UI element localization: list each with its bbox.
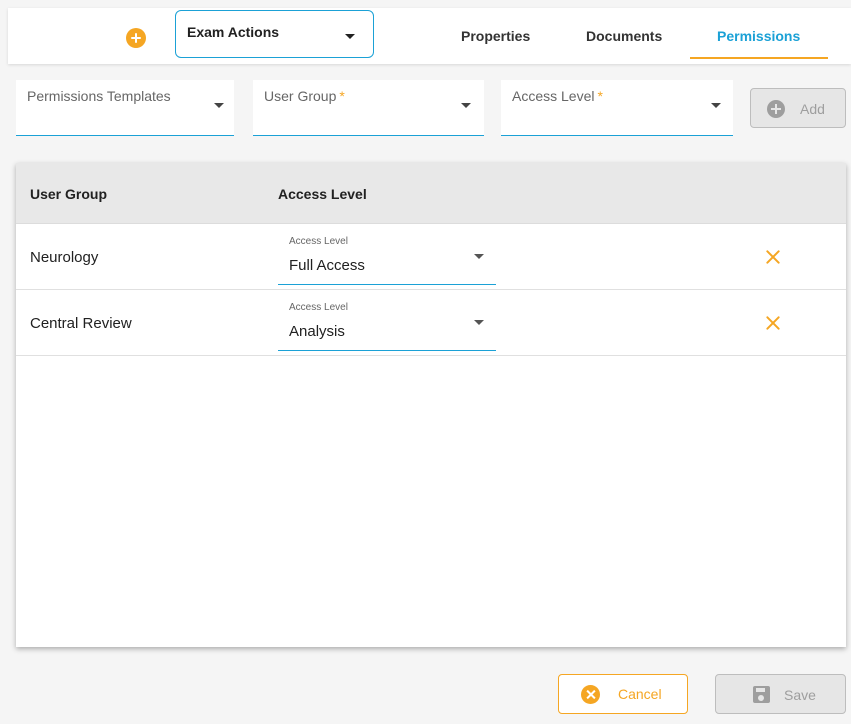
access-level-cell-select[interactable]: Access Level Analysis	[278, 296, 496, 351]
column-header-access-level: Access Level	[278, 186, 367, 202]
chevron-down-icon	[214, 103, 224, 108]
user-group-select[interactable]: User Group *	[253, 80, 484, 136]
exam-actions-label: Exam Actions	[187, 24, 280, 40]
access-level-cell-value: Full Access	[289, 257, 365, 274]
remove-row-icon[interactable]	[763, 313, 783, 333]
tab-documents[interactable]: Documents	[586, 28, 662, 44]
table-row: Neurology Access Level Full Access	[16, 224, 846, 290]
cancel-circle-icon	[581, 685, 600, 704]
access-level-label: Access Level *	[512, 88, 603, 104]
user-group-cell: Central Review	[30, 315, 132, 332]
save-button-label: Save	[784, 687, 816, 703]
user-group-label: User Group *	[264, 88, 345, 104]
user-group-cell: Neurology	[30, 249, 99, 266]
save-disk-icon	[753, 686, 770, 703]
add-button-label: Add	[800, 101, 825, 117]
top-bar: Exam Actions Properties Documents Permis…	[8, 8, 851, 64]
access-level-cell-label: Access Level	[289, 302, 348, 313]
tab-properties[interactable]: Properties	[461, 28, 530, 44]
access-level-cell-value: Analysis	[289, 323, 345, 340]
remove-row-icon[interactable]	[763, 247, 783, 267]
chevron-down-icon	[711, 103, 721, 108]
required-marker: *	[597, 88, 603, 104]
permissions-templates-label: Permissions Templates	[27, 88, 171, 104]
plus-circle-icon[interactable]	[126, 28, 146, 48]
chevron-down-icon	[474, 254, 484, 259]
add-button[interactable]: Add	[750, 88, 846, 128]
permissions-table: User Group Access Level Neurology Access…	[16, 163, 846, 647]
cancel-button[interactable]: Cancel	[558, 674, 688, 714]
access-level-cell-select[interactable]: Access Level Full Access	[278, 230, 496, 285]
tab-permissions[interactable]: Permissions	[717, 28, 800, 44]
table-row: Central Review Access Level Analysis	[16, 290, 846, 356]
chevron-down-icon	[345, 34, 355, 39]
chevron-down-icon	[474, 320, 484, 325]
add-circle-icon	[767, 100, 785, 118]
cancel-button-label: Cancel	[618, 686, 662, 702]
access-level-cell-label: Access Level	[289, 236, 348, 247]
column-header-user-group: User Group	[30, 186, 108, 202]
required-marker: *	[339, 88, 345, 104]
chevron-down-icon	[461, 103, 471, 108]
permissions-templates-select[interactable]: Permissions Templates	[16, 80, 234, 136]
exam-actions-dropdown[interactable]: Exam Actions	[175, 10, 374, 58]
save-button[interactable]: Save	[715, 674, 846, 714]
table-header: User Group Access Level	[16, 163, 846, 224]
active-tab-indicator	[690, 57, 828, 59]
access-level-select[interactable]: Access Level *	[501, 80, 733, 136]
